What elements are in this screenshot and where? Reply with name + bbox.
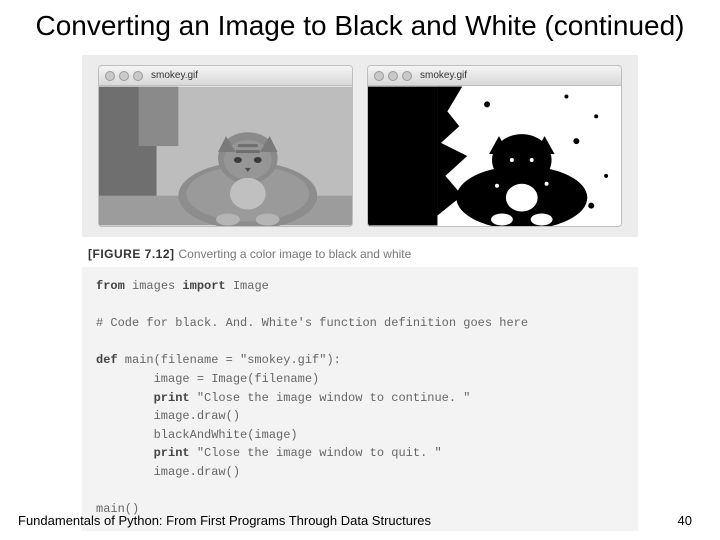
keyword-print: print bbox=[154, 446, 190, 460]
close-icon bbox=[105, 71, 115, 81]
code-line: image = Image(filename) bbox=[96, 372, 319, 386]
code-text: Image bbox=[226, 279, 269, 293]
code-indent bbox=[96, 391, 154, 405]
figure-caption: [FIGURE 7.12] Converting a color image to… bbox=[88, 247, 720, 261]
close-icon bbox=[374, 71, 384, 81]
minimize-icon bbox=[119, 71, 129, 81]
code-indent bbox=[96, 446, 154, 460]
code-line: image.draw() bbox=[96, 465, 240, 479]
window-titlebar: smokey.gif bbox=[368, 66, 621, 86]
image-window-right: smokey.gif bbox=[367, 65, 622, 227]
figure-image-strip: smokey.gif bbox=[82, 55, 638, 237]
code-text: main(filename = "smokey.gif"): bbox=[118, 353, 341, 367]
code-line: image.draw() bbox=[96, 409, 240, 423]
image-window-left: smokey.gif bbox=[98, 65, 353, 227]
grayscale-cat-image bbox=[99, 86, 352, 226]
code-text: images bbox=[125, 279, 183, 293]
footer-book-title: Fundamentals of Python: From First Progr… bbox=[18, 513, 431, 528]
page-title: Converting an Image to Black and White (… bbox=[0, 0, 720, 43]
code-line: blackAndWhite(image) bbox=[96, 428, 298, 442]
code-comment: # Code for black. And. White's function … bbox=[96, 316, 528, 330]
figure-caption-text: Converting a color image to black and wh… bbox=[179, 247, 412, 261]
figure-number: [FIGURE 7.12] bbox=[88, 247, 175, 261]
zoom-icon bbox=[133, 71, 143, 81]
window-title: smokey.gif bbox=[151, 70, 198, 81]
footer-page-number: 40 bbox=[678, 513, 692, 528]
zoom-icon bbox=[402, 71, 412, 81]
code-text: "Close the image window to continue. " bbox=[190, 391, 471, 405]
code-text: "Close the image window to quit. " bbox=[190, 446, 442, 460]
bw-cat-image bbox=[368, 86, 621, 226]
window-titlebar: smokey.gif bbox=[99, 66, 352, 86]
window-title: smokey.gif bbox=[420, 70, 467, 81]
keyword-from: from bbox=[96, 279, 125, 293]
keyword-def: def bbox=[96, 353, 118, 367]
keyword-print: print bbox=[154, 391, 190, 405]
code-listing: from images import Image # Code for blac… bbox=[82, 267, 638, 531]
keyword-import: import bbox=[182, 279, 225, 293]
slide-footer: Fundamentals of Python: From First Progr… bbox=[0, 513, 720, 528]
minimize-icon bbox=[388, 71, 398, 81]
